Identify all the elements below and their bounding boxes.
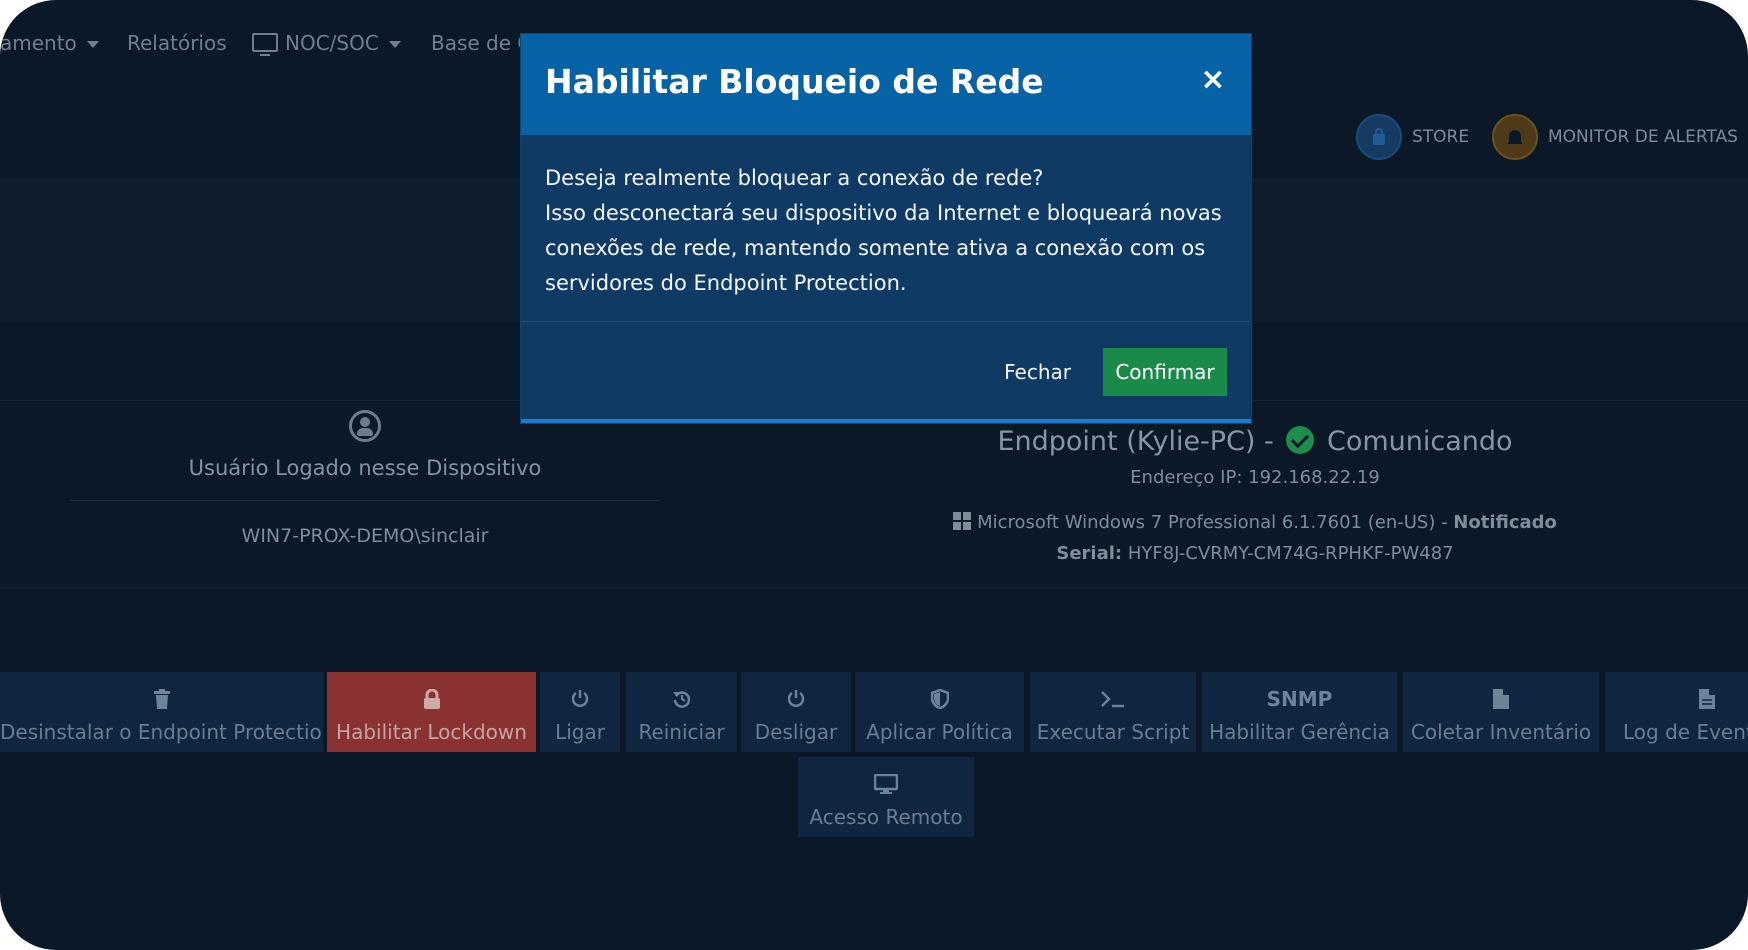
nav-item-label: Base de C [431,31,532,55]
action-label: Executar Script [1036,720,1190,744]
app-window: amento Relatórios NOC/SOC Base de C STOR… [0,0,1748,950]
action-label: Desinstalar o Endpoint Protection [0,720,323,744]
serial-label: Serial: [1056,543,1123,564]
store-link[interactable]: STORE [1356,114,1469,160]
uninstall-button[interactable]: Desinstalar o Endpoint Protection [0,672,323,752]
action-label: Reiniciar [638,720,725,744]
caret-down-icon [388,41,401,48]
snmp-badge: SNMP [1266,687,1333,711]
action-label: Coletar Inventário [1410,720,1592,744]
collect-inventory-button[interactable]: Coletar Inventário [1403,672,1599,752]
store-label: STORE [1412,127,1470,147]
action-label: Aplicar Política [866,720,1013,744]
action-bar: Desinstalar o Endpoint Protection Habili… [0,672,1748,752]
monitor-icon [798,769,974,799]
user-circle-icon [349,410,381,442]
confirm-button[interactable]: Confirmar [1103,348,1227,396]
shutdown-button[interactable]: Desligar [742,672,850,752]
power-icon [540,684,620,714]
remote-access-button[interactable]: Acesso Remoto [798,757,974,837]
nav-item-relatorios[interactable]: Relatórios [127,31,227,55]
nav-item-gerenciamento[interactable]: amento [0,31,99,55]
close-icon[interactable]: × [1199,65,1227,95]
dialog-header: Habilitar Bloqueio de Rede × [521,34,1251,135]
event-log-button[interactable]: Log de Evento [1605,672,1748,752]
action-label: Desligar [754,720,838,744]
nav-item-label: amento [0,31,77,55]
serial-value: HYF8J-CVRMY-CM74G-RPHKF-PW487 [1127,543,1454,564]
endpoint-status: Comunicando [1326,426,1513,457]
network-lockdown-dialog: Habilitar Bloqueio de Rede × Deseja real… [521,34,1251,423]
restart-icon [626,684,737,714]
monitor-icon [252,33,278,56]
power-icon [742,684,850,714]
terminal-icon [1030,684,1196,714]
action-label: Habilitar Lockdown [336,720,527,744]
nav-item-base-conhecimento[interactable]: Base de C [431,31,531,55]
file-icon [1623,684,1748,714]
dialog-description: Isso desconectará seu dispositivo da Int… [545,201,1222,295]
alert-monitor-link[interactable]: MONITOR DE ALERTAS [1492,114,1738,160]
dialog-footer: Fechar Confirmar [1000,348,1227,396]
check-circle-icon [1286,425,1315,454]
lockdown-button[interactable]: Habilitar Lockdown [327,672,536,752]
ip-value: 192.168.22.19 [1248,467,1380,488]
nav-item-label: Relatórios [127,31,227,55]
shield-icon [855,684,1024,714]
action-label: Habilitar Gerência [1209,720,1390,744]
run-script-button[interactable]: Executar Script [1030,672,1196,752]
nav-item-noc-soc[interactable]: NOC/SOC [252,31,401,56]
close-button[interactable]: Fechar [1000,352,1075,392]
logged-username: WIN7-PROX-DEMO\sinclair [241,525,489,547]
endpoint-ip: Endereço IP: 192.168.22.19 [860,467,1650,488]
logged-user-title: Usuário Logado nesse Dispositivo [188,456,542,480]
endpoint-serial: Serial: HYF8J-CVRMY-CM74G-RPHKF-PW487 [860,543,1650,564]
action-label: Ligar [555,720,605,744]
divider [521,321,1251,322]
alerts-label: MONITOR DE ALERTAS [1548,127,1738,147]
divider [70,500,660,501]
os-status: Notificado [1453,512,1557,533]
windows-icon [953,512,972,530]
dialog-question: Deseja realmente bloquear a conexão de r… [545,166,1044,190]
endpoint-os: Microsoft Windows 7 Professional 6.1.760… [860,512,1650,533]
os-text: Microsoft Windows 7 Professional 6.1.760… [977,512,1448,533]
caret-down-icon [86,41,99,48]
enable-snmp-button[interactable]: SNMP Habilitar Gerência [1202,672,1397,752]
nav-item-label: NOC/SOC [285,31,379,55]
bell-icon [1492,114,1538,160]
ip-label: Endereço IP: [1130,467,1243,488]
divider [0,587,1748,588]
logged-user-panel: Usuário Logado nesse Dispositivo WIN7-PR… [70,410,660,547]
apply-policy-button[interactable]: Aplicar Política [855,672,1024,752]
store-bag-icon [1356,114,1402,160]
file-icon [1403,684,1599,714]
endpoint-info-panel: Endpoint (Kylie-PC) - Comunicando Endere… [860,425,1650,564]
lock-icon [327,684,536,714]
trash-icon [0,684,323,714]
restart-button[interactable]: Reiniciar [626,672,737,752]
dialog-title: Habilitar Bloqueio de Rede [545,62,1044,101]
dialog-body: Deseja realmente bloquear a conexão de r… [521,135,1251,321]
power-on-button[interactable]: Ligar [540,672,620,752]
endpoint-title: Endpoint (Kylie-PC) - Comunicando [860,425,1650,457]
action-label: Acesso Remoto [809,805,963,829]
endpoint-name: Endpoint (Kylie-PC) - [997,426,1274,457]
dialog-accent-bar [521,419,1251,423]
action-label: Log de Evento [1623,720,1748,744]
